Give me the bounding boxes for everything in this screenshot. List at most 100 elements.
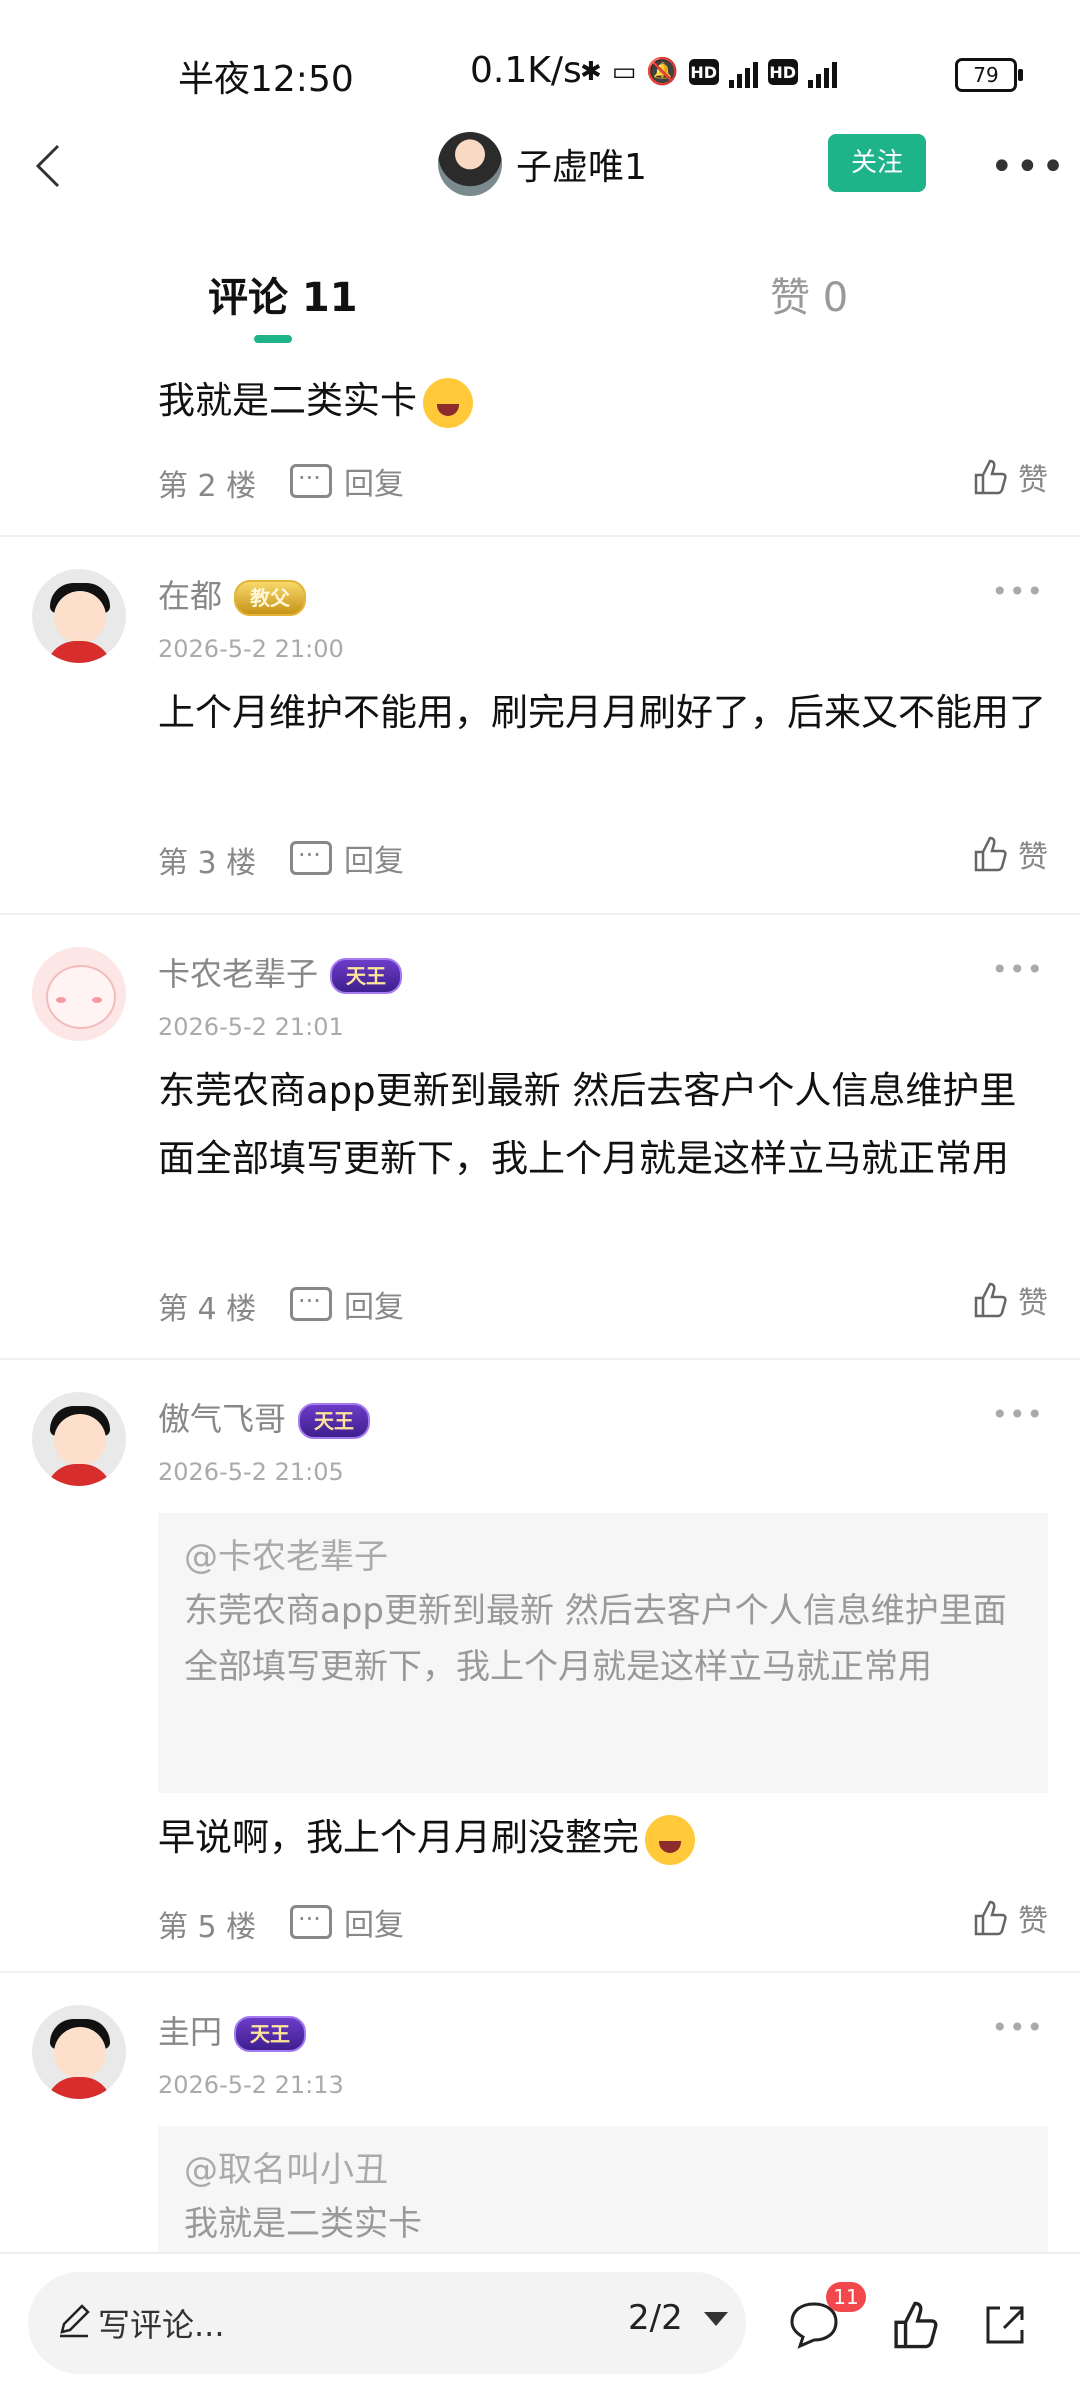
page-indicator[interactable]: 2/2 xyxy=(628,2298,683,2338)
tab-comments[interactable]: 评论 11 xyxy=(208,265,358,323)
battery-indicator: 79 xyxy=(955,58,1023,92)
quoted-comment[interactable]: @取名叫小丑 我就是二类实卡 xyxy=(158,2126,1048,2252)
vibrate-icon: ▭ xyxy=(611,57,637,87)
status-icons: ✱ ▭ 🔕 HD HD xyxy=(580,52,837,92)
user-badge: 天王 xyxy=(234,2016,307,2052)
author-name[interactable]: 子虚唯1 xyxy=(516,138,647,190)
comment-text: 我就是二类实卡 xyxy=(158,367,1048,435)
like-button[interactable]: 赞 xyxy=(970,455,1048,499)
comment-time: 2026-5-2 21:13 xyxy=(158,2071,344,2099)
reply-label: 回复 xyxy=(344,1908,404,1943)
username[interactable]: 卡农老辈子 天王 xyxy=(158,949,403,995)
top-nav: 子虚唯1 关注 ••• xyxy=(0,118,1080,218)
reply-label: 回复 xyxy=(344,467,404,502)
comment-footer: 第 2 楼 回复 赞 xyxy=(158,455,1048,505)
like-button[interactable]: 赞 xyxy=(970,1278,1048,1322)
tab-likes[interactable]: 赞 0 xyxy=(770,265,848,323)
quoted-text: 东莞农商app更新到最新 然后去客户个人信息维护里面全部填写更新下，我上个月就是… xyxy=(184,1591,1007,1687)
share-icon[interactable] xyxy=(978,2298,1032,2352)
user-avatar[interactable] xyxy=(32,2005,126,2099)
more-icon[interactable]: ••• xyxy=(991,2011,1044,2044)
thumb-up-icon xyxy=(974,1282,1007,1318)
comment-text-body: 我就是二类实卡 xyxy=(158,379,417,422)
mute-icon: 🔕 xyxy=(646,57,679,87)
signal-icon-2 xyxy=(807,56,837,88)
comment-count-badge: 11 xyxy=(826,2282,866,2312)
tab-indicator xyxy=(254,335,292,343)
quoted-comment[interactable]: @卡农老辈子 东莞农商app更新到最新 然后去客户个人信息维护里面全部填写更新下… xyxy=(158,1513,1048,1793)
comment-time: 2026-5-2 21:00 xyxy=(158,635,344,663)
more-options-icon[interactable]: ••• xyxy=(990,144,1067,190)
quoted-user[interactable]: @取名叫小丑 xyxy=(184,2144,1022,2196)
tabs: 评论 11 赞 0 xyxy=(0,225,1080,345)
user-badge: 天王 xyxy=(298,1403,371,1439)
emoji-icon xyxy=(423,377,473,428)
network-speed: 0.1K/s xyxy=(470,50,582,91)
like-label: 赞 xyxy=(1018,1286,1048,1321)
username[interactable]: 圭円 天王 xyxy=(158,2007,307,2053)
comment-input[interactable]: 写评论... 2/2 xyxy=(28,2272,746,2374)
more-icon[interactable]: ••• xyxy=(991,1398,1044,1431)
comment-footer: 第 5 楼 回复 赞 xyxy=(158,1896,1048,1946)
status-time: 半夜12:50 xyxy=(178,59,354,100)
back-icon[interactable] xyxy=(22,136,82,196)
reply-button[interactable]: 回复 xyxy=(290,834,404,880)
comment-item: 在都 教父 2026-5-2 21:00 ••• 上个月维护不能用，刷完月月刷好了… xyxy=(0,535,1080,915)
author-avatar[interactable] xyxy=(438,132,502,196)
username-text[interactable]: 在都 xyxy=(158,577,222,615)
comment-input-placeholder[interactable]: 写评论... xyxy=(98,2300,225,2346)
author-info[interactable]: 子虚唯1 xyxy=(438,132,647,196)
reply-button[interactable]: 回复 xyxy=(290,1898,404,1944)
username[interactable]: 傲气飞哥 天王 xyxy=(158,1394,371,1440)
bluetooth-icon: ✱ xyxy=(580,57,602,87)
floor-number: 第 2 楼 xyxy=(158,469,257,504)
thumb-up-icon[interactable] xyxy=(888,2298,942,2352)
follow-button[interactable]: 关注 xyxy=(828,134,926,192)
quoted-text: 我就是二类实卡 xyxy=(184,2204,422,2244)
user-avatar[interactable] xyxy=(32,947,126,1041)
username-text[interactable]: 圭円 xyxy=(158,2013,222,2051)
thumb-up-icon xyxy=(974,1900,1007,1936)
comment-item: 傲气飞哥 天王 2026-5-2 21:05 ••• @卡农老辈子 东莞农商app… xyxy=(0,1358,1080,1973)
like-label: 赞 xyxy=(1018,840,1048,875)
hd-icon-2: HD xyxy=(767,59,798,85)
comment-item: 我就是二类实卡 第 2 楼 回复 赞 xyxy=(0,345,1080,537)
floor-number: 第 5 楼 xyxy=(158,1910,257,1945)
comment-footer: 第 3 楼 回复 赞 xyxy=(158,832,1048,882)
username-text[interactable]: 傲气飞哥 xyxy=(158,1400,286,1438)
user-avatar[interactable] xyxy=(32,1392,126,1486)
more-icon[interactable]: ••• xyxy=(991,575,1044,608)
emoji-icon xyxy=(645,1814,695,1865)
comment-text-body: 早说啊，我上个月月刷没整完 xyxy=(158,1816,639,1859)
thumb-up-icon xyxy=(974,836,1007,872)
floor-number: 第 3 楼 xyxy=(158,846,257,881)
user-avatar[interactable] xyxy=(32,569,126,663)
quoted-user[interactable]: @卡农老辈子 xyxy=(184,1531,1022,1583)
reply-icon xyxy=(290,457,332,498)
floor-number: 第 4 楼 xyxy=(158,1292,257,1327)
comment-footer: 第 4 楼 回复 赞 xyxy=(158,1278,1048,1328)
like-button[interactable]: 赞 xyxy=(970,1896,1048,1940)
comment-text: 东莞农商app更新到最新 然后去客户个人信息维护里面全部填写更新下，我上个月就是… xyxy=(158,1069,1017,1180)
reply-button[interactable]: 回复 xyxy=(290,457,404,503)
username-text[interactable]: 卡农老辈子 xyxy=(158,955,318,993)
comment-text: 早说啊，我上个月月刷没整完 xyxy=(158,1804,1048,1872)
comment-item: 卡农老辈子 天王 2026-5-2 21:01 ••• 东莞农商app更新到最新 … xyxy=(0,913,1080,1360)
reply-button[interactable]: 回复 xyxy=(290,1280,404,1326)
like-label: 赞 xyxy=(1018,1904,1048,1939)
comment-text: 上个月维护不能用，刷完月月刷好了，后来又不能用了 xyxy=(158,691,1046,734)
comment-item: 圭円 天王 2026-5-2 21:13 ••• @取名叫小丑 我就是二类实卡 xyxy=(0,1971,1080,2252)
reply-icon xyxy=(290,834,332,875)
bottom-bar: 写评论... 2/2 11 xyxy=(0,2252,1080,2402)
like-button[interactable]: 赞 xyxy=(970,832,1048,876)
comment-time: 2026-5-2 21:05 xyxy=(158,1458,344,1486)
thumb-up-icon xyxy=(974,459,1007,495)
reply-label: 回复 xyxy=(344,1290,404,1325)
like-label: 赞 xyxy=(1018,463,1048,498)
hd-icon: HD xyxy=(688,59,719,85)
signal-icon xyxy=(728,56,758,88)
reply-icon xyxy=(290,1280,332,1321)
username[interactable]: 在都 教父 xyxy=(158,571,307,617)
more-icon[interactable]: ••• xyxy=(991,953,1044,986)
chevron-down-icon[interactable] xyxy=(704,2312,728,2326)
